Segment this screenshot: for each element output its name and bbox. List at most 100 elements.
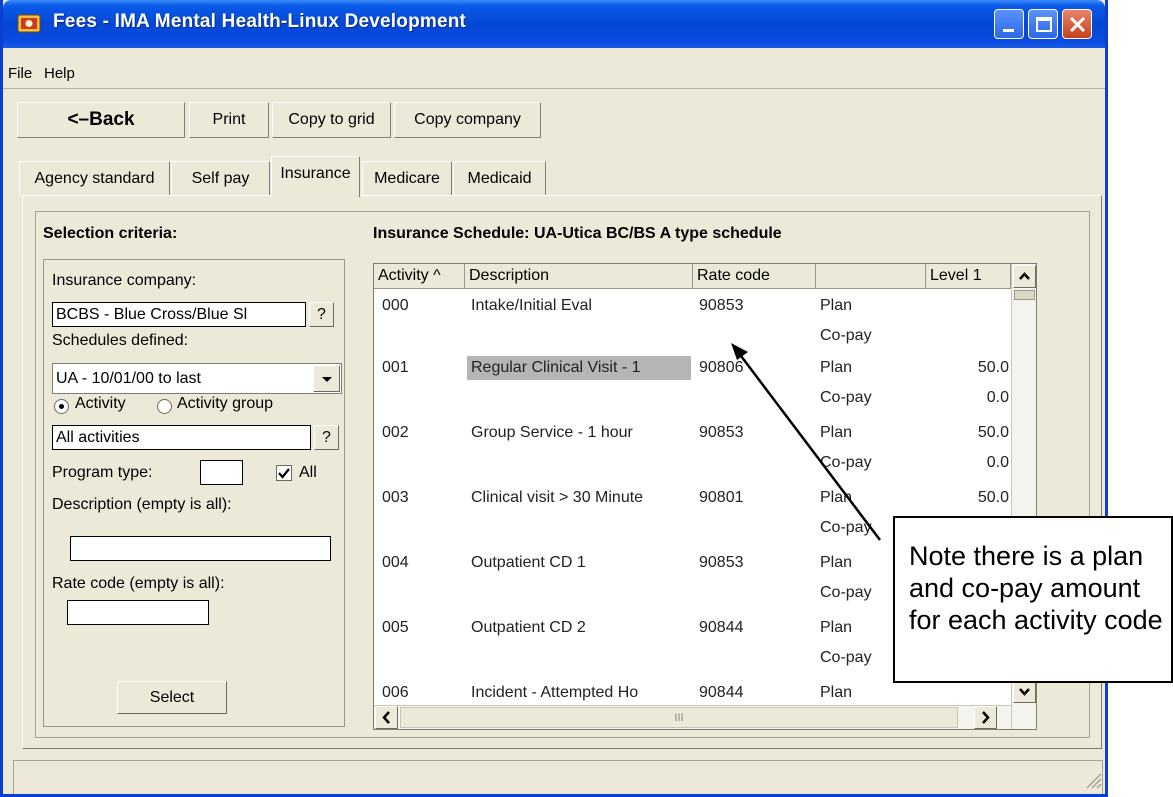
column-header-level-1[interactable]: Level 1: [926, 264, 1011, 289]
dropdown-button[interactable]: [313, 365, 340, 392]
tab-self-pay[interactable]: Self pay: [171, 161, 270, 195]
maximize-button[interactable]: [1028, 9, 1058, 39]
chevron-down-icon: [322, 377, 332, 382]
copay-level-cell[interactable]: 0.0: [926, 454, 1009, 472]
horizontal-scrollbar[interactable]: III: [374, 705, 1011, 729]
menu-help[interactable]: Help: [44, 65, 75, 82]
plan-level-cell[interactable]: 50.0: [926, 489, 1009, 507]
description-cell[interactable]: Outpatient CD 2: [471, 619, 695, 637]
description-cell[interactable]: Regular Clinical Visit - 1: [467, 356, 691, 380]
insurance-lookup-button[interactable]: ?: [309, 302, 334, 327]
insurance-company-field[interactable]: BCBS - Blue Cross/Blue Sl: [52, 302, 306, 327]
rate-code-cell[interactable]: 90801: [699, 489, 817, 507]
rate-code-label: Rate code (empty is all):: [52, 575, 225, 592]
scroll-left-button[interactable]: [375, 706, 398, 729]
annotation-callout: Note there is a plan and co-pay amount f…: [893, 516, 1173, 683]
close-icon: [1069, 16, 1086, 33]
all-label: All: [299, 464, 317, 481]
radio-activity-group[interactable]: [157, 399, 172, 414]
maximize-icon: [1036, 17, 1052, 32]
plan-type-cell[interactable]: Plan: [820, 359, 920, 377]
activity-filter-field[interactable]: All activities: [52, 425, 311, 450]
rate-code-cell[interactable]: 90806: [699, 359, 817, 377]
activity-lookup-button[interactable]: ?: [314, 425, 339, 450]
plan-type-cell[interactable]: Plan: [820, 489, 920, 507]
chevron-left-icon: [382, 711, 390, 724]
checkmark-icon: [278, 468, 290, 479]
plan-level-cell[interactable]: 50.0: [926, 359, 1009, 377]
activity-cell[interactable]: 005: [382, 619, 442, 637]
rate-code-cell[interactable]: 90853: [699, 297, 817, 315]
menu-file[interactable]: File: [8, 65, 32, 82]
description-field[interactable]: [70, 536, 331, 561]
program-type-field[interactable]: [200, 460, 243, 485]
plan-type-cell[interactable]: Plan: [820, 297, 920, 315]
copay-level-cell[interactable]: 0.0: [926, 389, 1009, 407]
scroll-up-button[interactable]: [1013, 265, 1036, 288]
rate-code-cell[interactable]: 90844: [699, 619, 817, 637]
tab-medicare[interactable]: Medicare: [362, 161, 452, 195]
menu-divider: [3, 88, 1105, 89]
rate-code-cell[interactable]: 90853: [699, 554, 817, 572]
schedules-defined-label: Schedules defined:: [52, 332, 189, 349]
activity-cell[interactable]: 000: [382, 297, 442, 315]
schedule-title: Insurance Schedule: UA-Utica BC/BS A typ…: [373, 225, 782, 242]
activity-cell[interactable]: 002: [382, 424, 442, 442]
all-checkbox[interactable]: [276, 465, 292, 481]
description-cell[interactable]: Incident - Attempted Ho: [471, 684, 695, 702]
chevron-up-icon: [1019, 272, 1030, 280]
back-button[interactable]: <–Back: [17, 102, 185, 138]
radio-activity-label: Activity: [75, 395, 126, 412]
resize-grip-icon[interactable]: [1083, 770, 1103, 790]
tab-agency-standard[interactable]: Agency standard: [19, 161, 170, 195]
description-cell[interactable]: Clinical visit > 30 Minute: [471, 489, 695, 507]
activity-cell[interactable]: 003: [382, 489, 442, 507]
rate-code-cell[interactable]: 90844: [699, 684, 817, 702]
radio-activity[interactable]: [54, 399, 69, 414]
scroll-down-button[interactable]: [1013, 680, 1036, 703]
minimize-button[interactable]: [994, 9, 1024, 39]
rate-code-field[interactable]: [67, 600, 209, 625]
chevron-down-icon: [1019, 688, 1030, 696]
activity-cell[interactable]: 006: [382, 684, 442, 702]
copay-type-cell[interactable]: Co-pay: [820, 389, 920, 407]
column-header-activity[interactable]: Activity ^: [374, 264, 465, 289]
title-bar[interactable]: Fees - IMA Mental Health-Linux Developme…: [3, 0, 1105, 48]
column-header-type[interactable]: [816, 264, 926, 289]
selection-panel: [43, 259, 345, 727]
plan-level-cell[interactable]: 50.0: [926, 424, 1009, 442]
app-icon: [17, 14, 41, 33]
copy-to-grid-button[interactable]: Copy to grid: [272, 102, 391, 138]
insurance-company-label: Insurance company:: [52, 272, 197, 289]
tab-medicaid[interactable]: Medicaid: [453, 161, 546, 195]
description-cell[interactable]: Intake/Initial Eval: [471, 297, 695, 315]
column-header-description[interactable]: Description: [465, 264, 693, 289]
chevron-right-icon: [982, 711, 990, 724]
tab-insurance[interactable]: Insurance: [271, 156, 360, 197]
scroll-right-button[interactable]: [974, 706, 997, 729]
schedule-dropdown[interactable]: UA - 10/01/00 to last: [52, 363, 342, 394]
description-cell[interactable]: Outpatient CD 1: [471, 554, 695, 572]
schedule-dropdown-value: UA - 10/01/00 to last: [56, 370, 201, 387]
description-cell[interactable]: Group Service - 1 hour: [471, 424, 695, 442]
print-button[interactable]: Print: [189, 102, 269, 138]
close-button[interactable]: [1062, 9, 1092, 39]
copy-company-button[interactable]: Copy company: [394, 102, 541, 138]
grid-header: Activity ^ Description Rate code Level 1: [374, 264, 1036, 289]
status-bar: [13, 760, 1103, 794]
select-button[interactable]: Select: [117, 681, 227, 714]
activity-cell[interactable]: 004: [382, 554, 442, 572]
minimize-icon: [1003, 29, 1014, 32]
rate-code-cell[interactable]: 90853: [699, 424, 817, 442]
program-type-label: Program type:: [52, 464, 153, 481]
activity-cell[interactable]: 001: [382, 359, 442, 377]
description-label: Description (empty is all):: [52, 496, 232, 513]
plan-type-cell[interactable]: Plan: [820, 684, 920, 702]
column-header-rate-code[interactable]: Rate code: [693, 264, 816, 289]
copay-type-cell[interactable]: Co-pay: [820, 454, 920, 472]
hscroll-thumb[interactable]: III: [400, 707, 958, 728]
plan-type-cell[interactable]: Plan: [820, 424, 920, 442]
radio-activity-group-label: Activity group: [177, 395, 274, 412]
scroll-thumb[interactable]: [1014, 290, 1035, 300]
copay-type-cell[interactable]: Co-pay: [820, 327, 920, 345]
